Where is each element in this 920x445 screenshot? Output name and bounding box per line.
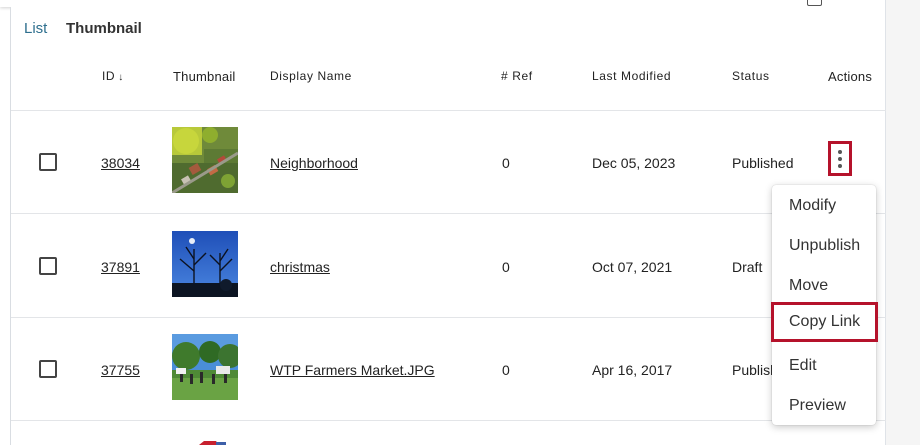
menu-item-copy-link[interactable]: Copy Link — [771, 302, 878, 342]
row-last-modified: Apr 16, 2017 — [592, 362, 673, 378]
row-display-name-link[interactable]: Neighborhood — [270, 155, 358, 171]
row-display-name-link[interactable]: WTP Farmers Market.JPG — [270, 362, 435, 378]
column-header-id-label: ID — [102, 69, 116, 83]
row-ref-count: 0 — [502, 259, 510, 275]
row-display-name-link[interactable]: christmas — [270, 259, 330, 275]
partial-thumbnail-photo[interactable] — [172, 436, 238, 445]
row-id-link[interactable]: 37891 — [101, 259, 140, 275]
kebab-dot — [838, 149, 842, 154]
row-select-checkbox[interactable] — [39, 360, 57, 378]
row-last-modified: Dec 05, 2023 — [592, 155, 676, 171]
view-thumbnail-toggle[interactable]: Thumbnail — [66, 20, 142, 37]
row-id-link[interactable]: 38034 — [101, 155, 140, 171]
row-select-checkbox[interactable] — [39, 257, 57, 275]
kebab-dot — [838, 156, 842, 161]
content-panel: List Thumbnail ID ↓ Thumbnail Display Nam… — [10, 7, 886, 445]
row-status: Draft — [732, 259, 763, 275]
top-toolbar-edge — [0, 0, 920, 7]
view-list-toggle[interactable]: List — [24, 20, 47, 37]
row-actions-menu: Modify Unpublish Move Copy Link Edit Pre… — [771, 185, 878, 426]
table-row: 38034 Neighborhood 0 Dec 05, 2023 Publis… — [11, 111, 886, 214]
aerial-neighborhood-photo[interactable] — [172, 127, 238, 193]
table-row: 37891 christmas 0 Oct 07, 2021 Draft — [11, 214, 886, 317]
select-all-checkbox-partial[interactable] — [807, 0, 822, 6]
column-header-ref[interactable]: # Ref — [501, 69, 533, 83]
row-last-modified: Oct 07, 2021 — [592, 259, 673, 275]
row-ref-count: 0 — [502, 155, 510, 171]
menu-item-move[interactable]: Move — [772, 266, 876, 306]
menu-item-unpublish[interactable]: Unpublish — [772, 226, 876, 266]
row-divider — [11, 420, 886, 421]
row-status: Published — [732, 155, 794, 171]
menu-item-edit[interactable]: Edit — [772, 346, 876, 386]
row-actions-more-icon[interactable] — [828, 141, 852, 176]
farmers-market-photo[interactable] — [172, 334, 238, 400]
column-header-id[interactable]: ID ↓ — [102, 69, 124, 83]
row-select-checkbox[interactable] — [39, 153, 57, 171]
kebab-dot — [838, 163, 842, 168]
column-header-status[interactable]: Status — [732, 69, 770, 83]
menu-item-preview[interactable]: Preview — [772, 386, 876, 426]
row-ref-count: 0 — [502, 362, 510, 378]
column-header-actions: Actions — [828, 69, 873, 84]
menu-item-modify[interactable]: Modify — [772, 186, 876, 226]
night-trees-photo[interactable] — [172, 231, 238, 297]
row-id-link[interactable]: 37755 — [101, 362, 140, 378]
column-header-last-modified[interactable]: Last Modified — [592, 69, 671, 83]
column-header-display-name[interactable]: Display Name — [270, 69, 352, 83]
column-header-thumbnail: Thumbnail — [173, 69, 236, 84]
right-gutter — [885, 0, 920, 445]
sort-down-icon[interactable]: ↓ — [118, 72, 124, 83]
table-row: 37755 WTP Farmers Market.JPG 0 Apr 16, 2… — [11, 318, 886, 421]
